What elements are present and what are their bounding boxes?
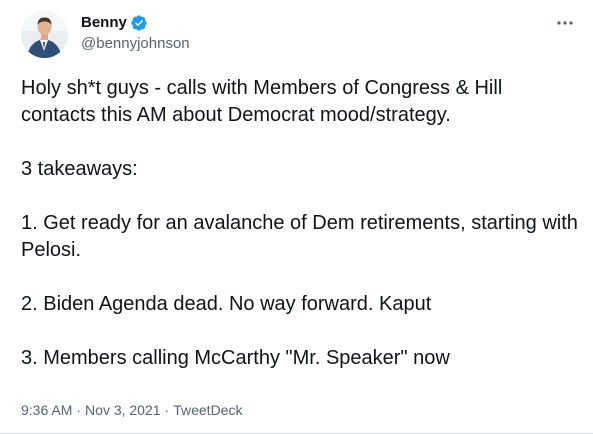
avatar-image — [21, 11, 68, 58]
tweet-meta: 9:36 AM · Nov 3, 2021 · TweetDeck — [21, 400, 242, 420]
meta-separator: · — [164, 402, 170, 418]
display-name[interactable]: Benny — [81, 13, 127, 33]
user-names: Benny @bennyjohnson — [81, 13, 190, 54]
display-name-row: Benny — [81, 13, 190, 33]
user-handle[interactable]: @bennyjohnson — [81, 34, 190, 54]
tweet-date[interactable]: Nov 3, 2021 — [85, 400, 161, 420]
more-options-icon[interactable] — [553, 15, 577, 31]
tweet-header: Benny @bennyjohnson — [21, 11, 577, 59]
avatar[interactable] — [21, 11, 68, 58]
tweet-text: Holy sh*t guys - calls with Members of C… — [21, 77, 578, 369]
meta-separator: · — [76, 402, 82, 418]
tweet-source[interactable]: TweetDeck — [173, 400, 242, 420]
verified-badge-icon — [130, 14, 148, 32]
tweet: Benny @bennyjohnson Holy sh*t guys - cal… — [0, 0, 593, 434]
tweet-time[interactable]: 9:36 AM — [21, 400, 72, 420]
